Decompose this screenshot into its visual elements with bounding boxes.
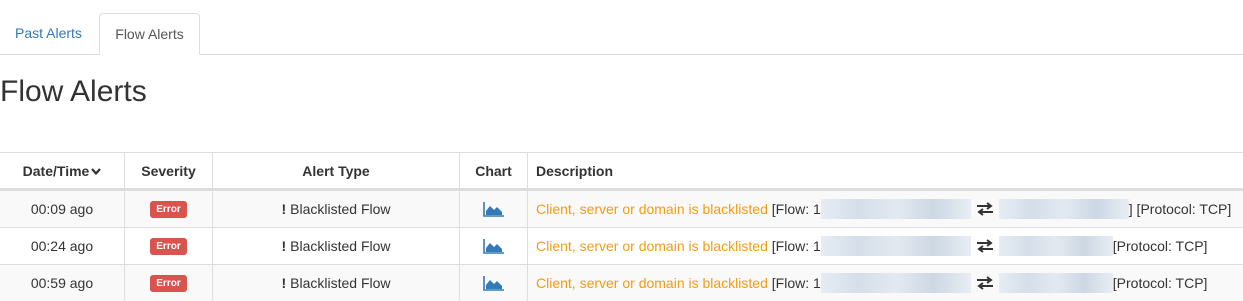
redacted-server bbox=[998, 236, 1113, 256]
date-cell: 00:59 ago bbox=[0, 265, 124, 301]
flow-suffix: [Protocol: TCP] bbox=[1112, 275, 1208, 291]
flow-suffix: ] [Protocol: TCP] bbox=[1128, 201, 1232, 217]
tab-past-alerts[interactable]: Past Alerts bbox=[0, 13, 97, 55]
redacted-client bbox=[820, 236, 971, 256]
description-highlight: Client, server or domain is blacklisted bbox=[536, 201, 768, 217]
alert-time: 00:59 ago bbox=[30, 275, 94, 291]
chart-cell bbox=[459, 191, 527, 227]
table-row: 00:09 ago Error ! Blacklisted Flow Clien… bbox=[0, 190, 1243, 227]
severity-badge: Error bbox=[150, 274, 187, 292]
table-header-row: Date/Time Severity Alert Type Chart Desc… bbox=[0, 152, 1243, 190]
description-highlight: Client, server or domain is blacklisted bbox=[536, 275, 768, 291]
bidirectional-arrows-icon bbox=[976, 276, 993, 290]
table-row: 00:59 ago Error ! Blacklisted Flow Clien… bbox=[0, 264, 1243, 301]
description-cell: Client, server or domain is blacklisted … bbox=[527, 228, 1243, 264]
alert-type-label: Blacklisted Flow bbox=[290, 275, 391, 291]
exclamation-icon: ! bbox=[281, 201, 287, 217]
alert-type-label: Blacklisted Flow bbox=[290, 201, 391, 217]
flow-prefix: [Flow: 1 bbox=[771, 238, 821, 254]
description-highlight: Client, server or domain is blacklisted bbox=[536, 238, 768, 254]
description-cell: Client, server or domain is blacklisted … bbox=[527, 191, 1243, 227]
flow-prefix: [Flow: 1 bbox=[771, 275, 821, 291]
redacted-client bbox=[820, 199, 971, 219]
description-column-header: Description bbox=[527, 153, 1243, 188]
alert-time: 00:09 ago bbox=[30, 201, 94, 217]
redacted-client bbox=[820, 273, 971, 293]
chart-cell bbox=[459, 228, 527, 264]
alert-type-cell: ! Blacklisted Flow bbox=[212, 228, 459, 264]
date-header-label: Date/Time bbox=[22, 162, 90, 179]
bidirectional-arrows-icon bbox=[976, 202, 993, 216]
alert-type-cell: ! Blacklisted Flow bbox=[212, 191, 459, 227]
tab-flow-alerts[interactable]: Flow Alerts bbox=[99, 13, 200, 55]
flow-suffix: [Protocol: TCP] bbox=[1112, 238, 1208, 254]
tab-bar: Past Alerts Flow Alerts bbox=[0, 0, 1243, 55]
date-column-header[interactable]: Date/Time bbox=[0, 153, 124, 188]
table-row: 00:24 ago Error ! Blacklisted Flow Clien… bbox=[0, 227, 1243, 264]
alert-type-header-label: Alert Type bbox=[302, 162, 370, 179]
severity-badge: Error bbox=[150, 200, 187, 218]
description-cell: Client, server or domain is blacklisted … bbox=[527, 265, 1243, 301]
severity-header-label: Severity bbox=[141, 162, 196, 179]
page-title: Flow Alerts bbox=[0, 75, 147, 108]
alert-time: 00:24 ago bbox=[30, 238, 94, 254]
exclamation-icon: ! bbox=[281, 238, 287, 254]
area-chart-icon[interactable] bbox=[482, 201, 505, 217]
description-header-label: Description bbox=[536, 162, 614, 179]
alert-type-label: Blacklisted Flow bbox=[290, 238, 391, 254]
chevron-down-icon[interactable] bbox=[91, 166, 102, 176]
date-cell: 00:09 ago bbox=[0, 191, 124, 227]
date-cell: 00:24 ago bbox=[0, 228, 124, 264]
severity-cell: Error bbox=[124, 191, 212, 227]
area-chart-icon[interactable] bbox=[482, 275, 505, 291]
flow-prefix: [Flow: 1 bbox=[771, 201, 821, 217]
exclamation-icon: ! bbox=[281, 275, 287, 291]
chart-cell bbox=[459, 265, 527, 301]
alert-type-column-header: Alert Type bbox=[212, 153, 459, 188]
area-chart-icon[interactable] bbox=[482, 238, 505, 254]
chart-header-label: Chart bbox=[475, 162, 512, 179]
severity-badge: Error bbox=[150, 237, 187, 255]
severity-cell: Error bbox=[124, 228, 212, 264]
redacted-server bbox=[998, 273, 1113, 293]
alerts-table: Date/Time Severity Alert Type Chart Desc… bbox=[0, 152, 1243, 301]
severity-column-header: Severity bbox=[124, 153, 212, 188]
redacted-server bbox=[998, 199, 1129, 219]
alert-type-cell: ! Blacklisted Flow bbox=[212, 265, 459, 301]
bidirectional-arrows-icon bbox=[976, 239, 993, 253]
severity-cell: Error bbox=[124, 265, 212, 301]
chart-column-header: Chart bbox=[459, 153, 527, 188]
